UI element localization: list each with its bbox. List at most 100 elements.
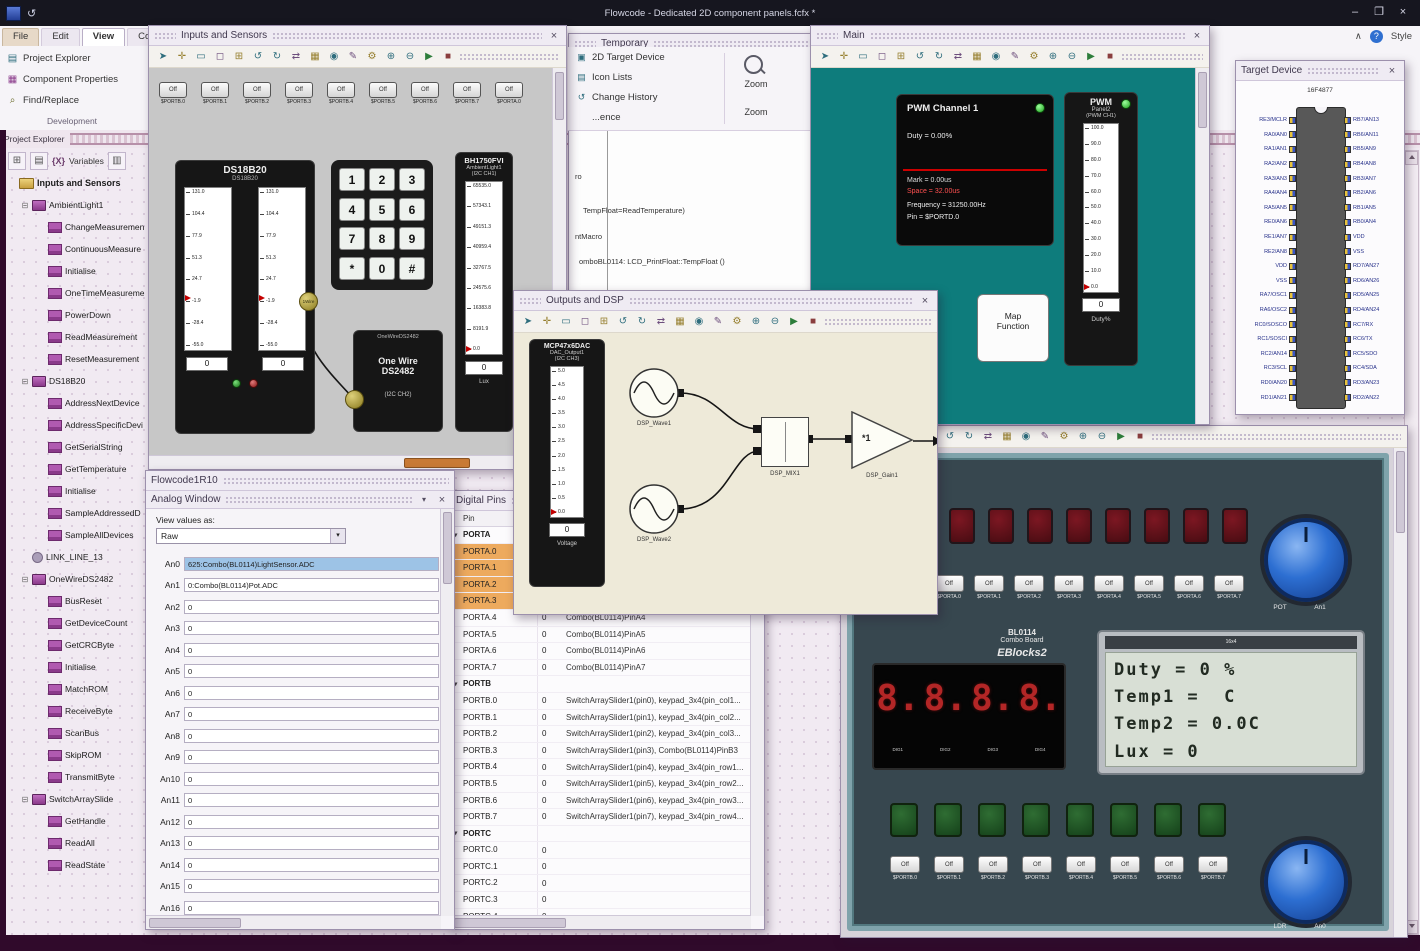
ribbon-button[interactable]: ⌕ Find/Replace (4, 90, 148, 111)
cursor-icon[interactable]: ➤ (520, 314, 536, 330)
ds18b20-component[interactable]: DS18B20 DS18B20 131.0 104.4 77.9 51.3 24.7 -1… (175, 160, 315, 434)
push-button[interactable]: Off (1014, 575, 1044, 592)
sim-switch-button[interactable]: Off (243, 82, 271, 98)
pin-row[interactable]: PORTA.6 0 Combo(BL0114)PinA6 (451, 643, 751, 660)
drag-handle[interactable] (816, 32, 838, 39)
temperature-scale[interactable]: 131.0 104.4 77.9 51.3 24.7 -1.9 -28.4 -55.0 (184, 187, 232, 351)
scroll-up-icon[interactable] (1405, 151, 1418, 165)
drag-handle[interactable] (574, 40, 596, 47)
sim-switch-button[interactable]: Off (411, 82, 439, 98)
mirror-icon[interactable]: ⇄ (950, 49, 966, 65)
drag-handle[interactable] (1121, 53, 1203, 60)
expander-icon[interactable]: ⊟ (21, 377, 29, 386)
drag-handle[interactable] (154, 32, 176, 39)
close-icon[interactable]: × (435, 493, 449, 507)
pin-row[interactable]: PORTC.3 0 (451, 892, 751, 909)
chip-pin[interactable]: RD0/AN20 (1237, 376, 1296, 391)
chip-pin[interactable]: RE1/AN7 (1237, 230, 1296, 245)
chip-pin[interactable]: RE3/MCLR (1237, 113, 1296, 128)
rotate-right-icon[interactable]: ↻ (634, 314, 650, 330)
channel-value-field[interactable]: 0 (184, 599, 439, 614)
chip-pin[interactable]: RB2/AN6 (1344, 186, 1403, 201)
push-button[interactable]: Off (890, 856, 920, 873)
edit-icon[interactable]: ✎ (1007, 49, 1023, 65)
view-values-dropdown[interactable]: Raw ▾ (156, 528, 346, 544)
channel-value-field[interactable]: 0 (184, 621, 439, 636)
target-icon[interactable]: ◉ (326, 49, 342, 65)
chip-pin[interactable]: RD1/AN21 (1237, 390, 1296, 405)
pattern-icon[interactable]: ▦ (307, 49, 323, 65)
play-icon[interactable]: ▶ (1083, 49, 1099, 65)
drag-handle[interactable] (628, 297, 913, 304)
settings-icon[interactable]: ⚙ (1026, 49, 1042, 65)
tree-item[interactable]: GetCRCByte (8, 634, 148, 656)
analog-subheader[interactable]: Analog Window ▾ × (146, 491, 454, 509)
pin-row[interactable]: PORTB.2 0 SwitchArraySlider1(pin2), keyp… (451, 726, 751, 743)
rotate-left-icon[interactable]: ↺ (615, 314, 631, 330)
dsp-mixer-block[interactable] (761, 417, 809, 467)
zoom-out-icon[interactable]: ⊖ (1094, 429, 1110, 445)
lux-scale[interactable]: 65535.0 57343.1 49151.3 40959.4 32767.5 24575… (465, 181, 503, 355)
temperature-scale[interactable]: 131.0 104.4 77.9 51.3 24.7 -1.9 -28.4 -55.0 (258, 187, 306, 351)
keypad-key[interactable]: * (339, 256, 365, 280)
push-button[interactable]: Off (1022, 856, 1052, 873)
chip-pin[interactable]: RC5/SDO (1344, 347, 1403, 362)
sim-switch-button[interactable]: Off (159, 82, 187, 98)
ribbon-button[interactable]: ▤ Project Explorer (4, 48, 148, 69)
drag-handle[interactable] (824, 318, 931, 325)
drag-handle[interactable] (1151, 433, 1401, 440)
channel-value-field[interactable]: 0 (184, 728, 439, 743)
chip-pin[interactable]: RA4/AN4 (1237, 186, 1296, 201)
tree-item[interactable]: Initialise (8, 480, 148, 502)
chevron-down-icon[interactable]: ▾ (330, 529, 345, 543)
channel-value-field[interactable]: 0:Combo(BL0114)Pot.ADC (184, 578, 439, 593)
chip-pin[interactable]: RC3/SCL (1237, 361, 1296, 376)
drag-handle[interactable] (869, 32, 1185, 39)
drag-handle[interactable] (459, 53, 560, 60)
drag-handle[interactable] (1307, 67, 1380, 74)
keypad-key[interactable]: 8 (369, 227, 395, 250)
onewire-connector-dot[interactable] (345, 390, 364, 409)
pin-row[interactable]: PORTB.0 0 SwitchArraySlider1(pin0), keyp… (451, 692, 751, 710)
tree-item[interactable]: BusReset (8, 590, 148, 612)
zoom-button[interactable]: Zoom (728, 79, 784, 89)
pin-row[interactable]: PORTC.0 0 (451, 842, 751, 859)
select-icon[interactable]: ▭ (193, 49, 209, 65)
chip-pin[interactable]: RE2/AN8 (1237, 244, 1296, 259)
zoom-out-icon[interactable]: ⊖ (767, 314, 783, 330)
sim-switch-button[interactable]: Off (369, 82, 397, 98)
help-icon[interactable]: ? (1369, 30, 1383, 43)
tree-item[interactable]: PowerDown (8, 304, 148, 326)
push-button[interactable]: Off (1054, 575, 1084, 592)
push-button[interactable]: Off (1214, 575, 1244, 592)
tree-item[interactable]: TransmitByte (8, 766, 148, 788)
pin-row[interactable]: ▾ PORTC (451, 825, 751, 843)
tab-file[interactable]: File (2, 28, 40, 46)
close-icon[interactable]: × (547, 29, 561, 43)
analog-vertical-scrollbar[interactable] (440, 509, 454, 916)
dsp-gain-block[interactable] (851, 411, 915, 471)
play-icon[interactable]: ▶ (1113, 429, 1129, 445)
tree-item[interactable]: ⊟ DS18B20 (8, 370, 148, 392)
sim-switch-button[interactable]: Off (495, 82, 523, 98)
move-icon[interactable]: ✛ (836, 49, 852, 65)
tree-item[interactable]: MatchROM (8, 678, 148, 700)
grid-icon[interactable]: ⊞ (231, 49, 247, 65)
settings-icon[interactable]: ⚙ (729, 314, 745, 330)
rotate-right-icon[interactable]: ↻ (269, 49, 285, 65)
chip-pin[interactable]: RA3/AN3 (1237, 171, 1296, 186)
channel-value-field[interactable]: 0 (184, 707, 439, 722)
panel-flowcode-header[interactable]: Flowcode1R10 (146, 471, 454, 491)
close-icon[interactable]: × (1385, 64, 1399, 78)
panel-main-header[interactable]: Main × (811, 26, 1209, 46)
drag-handle[interactable] (225, 496, 413, 503)
channel-value-field[interactable]: 0 (184, 793, 439, 808)
zoom-out-icon[interactable]: ⊖ (402, 49, 418, 65)
ldr-knob[interactable] (1264, 840, 1348, 924)
chip-pin[interactable]: RE0/AN6 (1237, 215, 1296, 230)
zoom-in-icon[interactable]: ⊕ (383, 49, 399, 65)
tree-item[interactable]: AddressNextDevice (8, 392, 148, 414)
chip-pin[interactable]: RC7/RX (1344, 317, 1403, 332)
panel-outputs-header[interactable]: Outputs and DSP × (514, 291, 937, 311)
push-button[interactable]: Off (1110, 856, 1140, 873)
